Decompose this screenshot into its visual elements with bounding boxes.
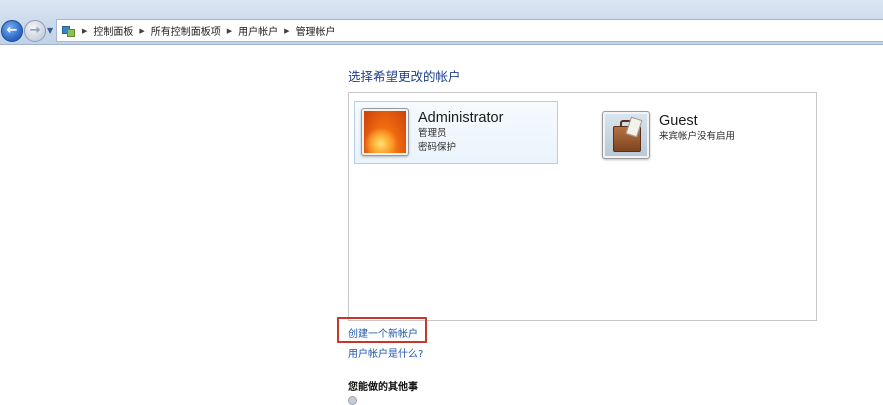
accounts-list: Administrator 管理员 密码保护 Guest 来宾帐户没有启用 — [348, 92, 817, 321]
back-arrow-icon[interactable]: ← — [1, 20, 23, 42]
account-tile-administrator[interactable]: Administrator 管理员 密码保护 — [354, 101, 558, 164]
address-bar[interactable]: ▶ 控制面板 ▶ 所有控制面板项 ▶ 用户帐户 ▶ 管理帐户 — [56, 19, 883, 42]
account-name: Guest — [659, 113, 698, 129]
page-title: 选择希望更改的帐户 — [348, 69, 461, 84]
chevron-right-icon[interactable]: ▶ — [139, 27, 144, 35]
breadcrumb-manage-accounts[interactable]: 管理帐户 — [296, 23, 336, 38]
window-titlebar: ← → ▼ ▶ 控制面板 ▶ 所有控制面板项 ▶ 用户帐户 ▶ 管理帐户 — [0, 0, 883, 45]
what-is-account-link[interactable]: 用户帐户是什么? — [348, 345, 423, 360]
control-panel-icon — [62, 24, 76, 38]
suitcase-avatar-icon — [602, 111, 650, 159]
chevron-right-icon[interactable]: ▶ — [284, 27, 289, 35]
account-type: 管理员 — [418, 128, 447, 139]
chevron-right-icon[interactable]: ▶ — [227, 27, 232, 35]
breadcrumb-user-accounts[interactable]: 用户帐户 — [238, 23, 278, 38]
chevron-right-icon[interactable]: ▶ — [82, 27, 87, 35]
create-account-link[interactable]: 创建一个新帐户 — [348, 325, 418, 340]
history-dropdown-icon[interactable]: ▼ — [47, 27, 55, 35]
account-name: Administrator — [418, 110, 504, 126]
orange-flower-avatar-icon — [361, 108, 409, 156]
account-status: 来宾帐户没有启用 — [659, 131, 736, 142]
account-tile-guest[interactable]: Guest 来宾帐户没有启用 — [596, 105, 806, 160]
account-status: 密码保护 — [418, 142, 457, 153]
create-account-highlight: 创建一个新帐户 — [337, 317, 427, 343]
task-bullet-icon — [348, 396, 357, 405]
breadcrumb-control-panel[interactable]: 控制面板 — [93, 23, 133, 38]
forward-arrow-icon[interactable]: → — [24, 20, 46, 42]
breadcrumb-all-items[interactable]: 所有控制面板项 — [151, 23, 221, 38]
other-tasks-heading: 您能做的其他事 — [348, 382, 418, 393]
